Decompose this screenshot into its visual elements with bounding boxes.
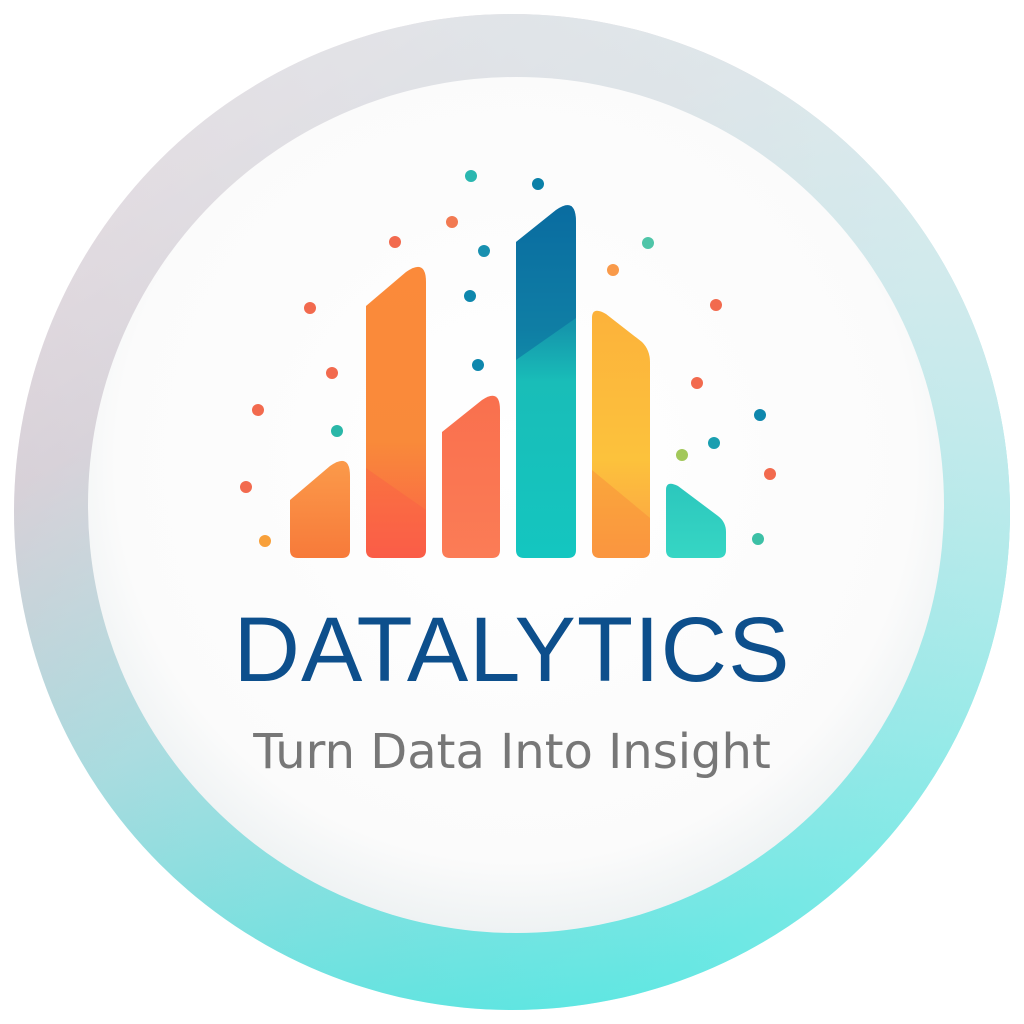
dot: [326, 367, 338, 379]
brand-name: DATALYTICS: [233, 599, 791, 701]
dot: [607, 264, 619, 276]
dot: [676, 449, 688, 461]
dot: [465, 170, 477, 182]
logo-badge: DATALYTICS Turn Data Into Insight: [0, 0, 1024, 1024]
dot: [708, 437, 720, 449]
dot: [691, 377, 703, 389]
dot: [478, 245, 490, 257]
dot: [472, 359, 484, 371]
dot: [754, 409, 766, 421]
tagline: Turn Data Into Insight: [253, 724, 771, 780]
dot: [331, 425, 343, 437]
dot: [710, 299, 722, 311]
dot: [752, 533, 764, 545]
logo-graphic: [14, 14, 1010, 1010]
dot: [464, 290, 476, 302]
dot: [304, 302, 316, 314]
dot: [252, 404, 264, 416]
dot: [446, 216, 458, 228]
dot: [532, 178, 544, 190]
dot: [764, 468, 776, 480]
dot: [240, 481, 252, 493]
dot: [259, 535, 271, 547]
dot: [389, 236, 401, 248]
dot: [642, 237, 654, 249]
